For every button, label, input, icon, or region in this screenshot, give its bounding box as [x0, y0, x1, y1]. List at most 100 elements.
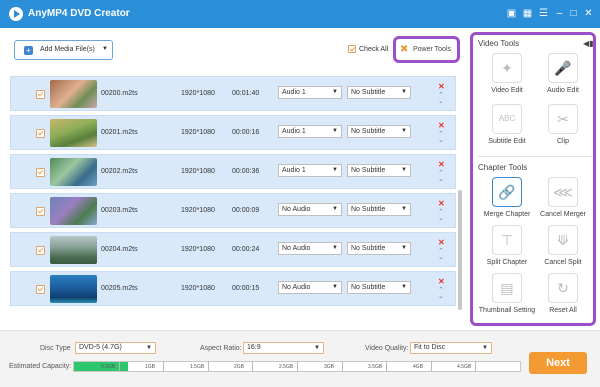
audio-edit-tool[interactable]: 🎤 Audio Edit: [534, 53, 592, 111]
capacity-tick-label: 0.5GB: [101, 364, 116, 370]
table-row[interactable]: 00200.m2ts 1920*1080 00:01:40 Audio 1 ▼ N…: [10, 76, 456, 111]
power-tools-label: Power Tools: [413, 46, 452, 53]
table-row[interactable]: 00203.m2ts 1920*1080 00:00:09 No Audio ▼ …: [10, 193, 456, 228]
row-checkbox[interactable]: [36, 168, 45, 177]
file-resolution: 1920*1080: [181, 90, 215, 97]
audio-select[interactable]: Audio 1 ▼: [278, 86, 342, 99]
capacity-tick: [297, 361, 298, 372]
check-all[interactable]: Check All: [348, 45, 388, 53]
capacity-tick-label: 4.5GB: [457, 364, 472, 370]
file-name: 00203.m2ts: [101, 207, 138, 214]
file-duration: 00:00:09: [232, 207, 260, 214]
chevron-down-icon[interactable]: ▼: [102, 46, 108, 52]
delete-icon[interactable]: ✕: [438, 199, 445, 208]
subtitle-select[interactable]: No Subtitle ▼: [347, 203, 411, 216]
audio-select[interactable]: Audio 1 ▼: [278, 125, 342, 138]
plus-icon: +: [24, 46, 33, 55]
reorder-icon[interactable]: ⌃ ⌄: [438, 131, 444, 144]
video-thumbnail[interactable]: [50, 158, 97, 186]
file-duration: 00:00:15: [232, 285, 260, 292]
check-all-checkbox[interactable]: [348, 45, 356, 53]
delete-icon[interactable]: ✕: [438, 160, 445, 169]
audio-select[interactable]: No Audio ▼: [278, 281, 342, 294]
chevron-down-icon: ▼: [146, 345, 152, 351]
aspect-ratio-select[interactable]: 16:9 ▼: [243, 342, 324, 354]
chevron-down-icon: ▼: [314, 345, 320, 351]
file-resolution: 1920*1080: [181, 168, 215, 175]
reorder-icon[interactable]: ⌃ ⌄: [438, 170, 444, 183]
table-row[interactable]: 00201.m2ts 1920*1080 00:00:16 Audio 1 ▼ N…: [10, 115, 456, 150]
video-thumbnail[interactable]: [50, 197, 97, 225]
tool-label: Video Edit: [491, 87, 523, 94]
video-thumbnail[interactable]: [50, 119, 97, 147]
next-button[interactable]: Next: [529, 352, 587, 374]
add-media-button[interactable]: + Add Media File(s) ▼: [14, 40, 113, 60]
broken-link-icon: ⋘: [548, 177, 578, 207]
chevron-down-icon: ▼: [332, 128, 338, 134]
table-row[interactable]: 00205.m2ts 1920*1080 00:00:15 No Audio ▼ …: [10, 271, 456, 306]
capacity-tick: [252, 361, 253, 372]
delete-icon[interactable]: ✕: [438, 277, 445, 286]
capacity-tick: [431, 361, 432, 372]
delete-icon[interactable]: ✕: [438, 82, 445, 91]
cart-icon[interactable]: ▦: [521, 7, 534, 20]
video-thumbnail[interactable]: [50, 275, 97, 303]
capacity-tick-label: 1GB: [145, 364, 156, 370]
row-checkbox[interactable]: [36, 285, 45, 294]
reorder-icon[interactable]: ⌃ ⌄: [438, 248, 444, 261]
power-tools-button[interactable]: ✖ Power Tools: [393, 36, 460, 63]
capacity-tick-label: 2GB: [234, 364, 245, 370]
subtitle-select[interactable]: No Subtitle ▼: [347, 125, 411, 138]
capacity-tick: [342, 361, 343, 372]
menu-icon[interactable]: ☰: [537, 7, 550, 20]
reorder-icon[interactable]: ⌃ ⌄: [438, 92, 444, 105]
audio-value: Audio 1: [282, 167, 306, 174]
audio-select[interactable]: No Audio ▼: [278, 203, 342, 216]
delete-icon[interactable]: ✕: [438, 121, 445, 130]
tool-label: Cancel Split: [544, 259, 582, 266]
capacity-tick-label: 2.5GB: [279, 364, 294, 370]
document-icon[interactable]: ▣: [505, 7, 518, 20]
row-checkbox[interactable]: [36, 207, 45, 216]
row-checkbox[interactable]: [36, 129, 45, 138]
reorder-icon[interactable]: ⌃ ⌄: [438, 287, 444, 300]
video-thumbnail[interactable]: [50, 236, 97, 264]
delete-icon[interactable]: ✕: [438, 238, 445, 247]
subtitle-edit-tool[interactable]: ABC Subtitle Edit: [478, 104, 536, 162]
row-checkbox[interactable]: [36, 90, 45, 99]
audio-select[interactable]: No Audio ▼: [278, 242, 342, 255]
estimated-capacity-label: Estimated Capacity:: [9, 363, 72, 370]
collapse-panel-icon[interactable]: ◀▮: [583, 39, 594, 48]
app-title: AnyMP4 DVD Creator: [28, 8, 130, 19]
video-thumbnail[interactable]: [50, 80, 97, 108]
audio-select[interactable]: Audio 1 ▼: [278, 164, 342, 177]
subtitle-select[interactable]: No Subtitle ▼: [347, 281, 411, 294]
reorder-icon[interactable]: ⌃ ⌄: [438, 209, 444, 222]
disc-type-select[interactable]: DVD-5 (4.7G) ▼: [75, 342, 156, 354]
table-row[interactable]: 00204.m2ts 1920*1080 00:00:24 No Audio ▼ …: [10, 232, 456, 267]
power-tools-panel: Video Tools ◀▮ ✦ Video Edit 🎤 Audio Edit…: [470, 32, 596, 326]
subtitle-select[interactable]: No Subtitle ▼: [347, 164, 411, 177]
tool-label: Clip: [556, 138, 570, 145]
table-row[interactable]: 00202.m2ts 1920*1080 00:00:36 Audio 1 ▼ N…: [10, 154, 456, 189]
scissors-icon: ✂: [548, 104, 578, 134]
subtitle-select[interactable]: No Subtitle ▼: [347, 242, 411, 255]
chevron-down-icon: ▼: [332, 284, 338, 290]
file-name: 00201.m2ts: [101, 129, 138, 136]
thumbnail-setting-tool[interactable]: ▤ Thumbnail Setting: [478, 273, 536, 331]
audio-value: No Audio: [282, 206, 311, 213]
reset-all-tool[interactable]: ↻ Reset All: [534, 273, 592, 331]
list-scrollbar[interactable]: [458, 190, 462, 310]
file-resolution: 1920*1080: [181, 207, 215, 214]
video-quality-select[interactable]: Fit to Disc ▼: [410, 342, 492, 354]
maximize-icon[interactable]: □: [567, 7, 580, 20]
chevron-down-icon: ▼: [401, 128, 407, 134]
capacity-tick: [163, 361, 164, 372]
add-media-label: Add Media File(s): [40, 46, 95, 53]
subtitle-select[interactable]: No Subtitle ▼: [347, 86, 411, 99]
clip-tool[interactable]: ✂ Clip: [534, 104, 592, 162]
close-icon[interactable]: ✕: [582, 7, 595, 20]
minimize-icon[interactable]: –: [553, 7, 566, 20]
video-edit-tool[interactable]: ✦ Video Edit: [478, 53, 536, 111]
row-checkbox[interactable]: [36, 246, 45, 255]
